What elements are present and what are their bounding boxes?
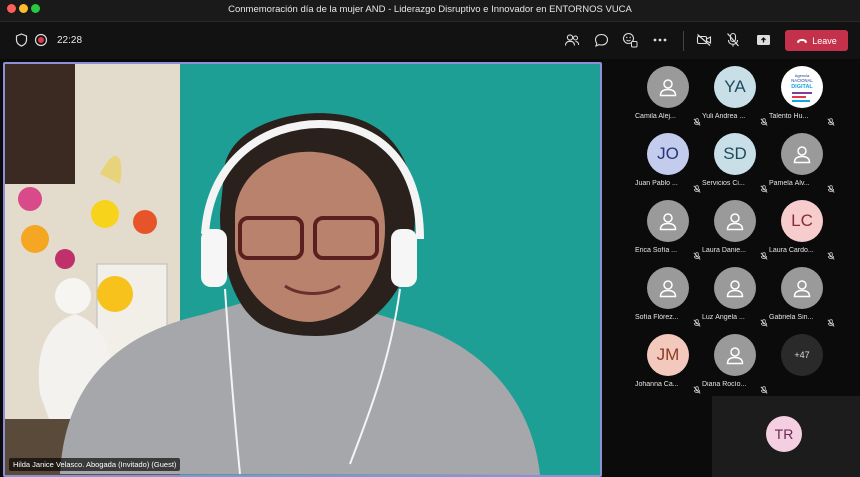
self-view-panel[interactable]: TR [712, 396, 860, 477]
participant-tile[interactable]: Sofía Flórez... [635, 263, 701, 329]
participant-tile[interactable]: Erica Sofía ... [635, 196, 701, 262]
toolbar-divider [683, 31, 684, 51]
participant-grid: Camila Alej... YA Yuli Andrea ... Agencia NA… [603, 60, 860, 400]
svg-text:DIGITAL: DIGITAL [791, 84, 813, 90]
meeting-toolbar: 22:28 Leave [0, 22, 860, 59]
participant-name: Juan Pablo ... [635, 180, 678, 187]
reactions-icon[interactable] [622, 32, 638, 48]
svg-text:NACIONAL: NACIONAL [791, 78, 813, 83]
participant-tile[interactable]: SD Servicios Ci... [702, 129, 768, 195]
muted-mic-icon [760, 314, 768, 327]
default-avatar-icon [714, 200, 756, 242]
camera-off-icon[interactable] [696, 32, 712, 48]
default-avatar-icon [781, 267, 823, 309]
participant-tile[interactable]: JO Juan Pablo ... [635, 129, 701, 195]
default-avatar-icon [647, 267, 689, 309]
muted-mic-icon [827, 180, 835, 193]
muted-mic-icon [827, 247, 835, 260]
participant-initials: SD [714, 133, 756, 175]
participant-name: Camila Alej... [635, 113, 676, 120]
share-screen-icon[interactable] [755, 32, 771, 48]
more-participants-count: +47 [781, 334, 823, 376]
participant-tile[interactable]: Camila Alej... [635, 62, 701, 128]
muted-mic-icon [693, 314, 701, 327]
muted-mic-icon [693, 247, 701, 260]
participant-name: Servicios Ci... [702, 180, 745, 187]
participant-initials: LC [781, 200, 823, 242]
participant-initials: YA [714, 66, 756, 108]
active-speaker-video[interactable]: Hilda Janice Velasco. Abogada (Invitado)… [3, 62, 602, 477]
muted-mic-icon [827, 314, 835, 327]
participant-name: Pamela Álv... [769, 180, 810, 187]
default-avatar-icon [647, 200, 689, 242]
muted-mic-icon [693, 113, 701, 126]
agency-logo-avatar: Agencia NACIONAL DIGITAL [781, 66, 823, 108]
self-avatar: TR [766, 416, 802, 452]
participant-tile[interactable]: Agencia NACIONAL DIGITAL Talento Hu... [769, 62, 835, 128]
participant-name: Yuli Andrea ... [702, 113, 746, 120]
participant-tile[interactable]: Gabriela Sin... [769, 263, 835, 329]
muted-mic-icon [760, 247, 768, 260]
muted-mic-icon [760, 113, 768, 126]
window-title: Conmemoración día de la mujer AND - Lide… [228, 4, 632, 15]
participant-tile[interactable]: Luz Ángela ... [702, 263, 768, 329]
default-avatar-icon [714, 334, 756, 376]
default-avatar-icon [781, 133, 823, 175]
default-avatar-icon [647, 66, 689, 108]
muted-mic-icon [760, 381, 768, 394]
participant-tile[interactable]: LC Laura Cardo... [769, 196, 835, 262]
muted-mic-icon [760, 180, 768, 193]
participant-name: Laura Danie... [702, 247, 746, 254]
participant-name: Laura Cardo... [769, 247, 814, 254]
chat-icon[interactable] [593, 32, 609, 48]
participant-tile[interactable]: Diana Rocío... [702, 330, 768, 396]
speaker-name-tag: Hilda Janice Velasco. Abogada (Invitado)… [9, 458, 181, 471]
speaker-video-frame [5, 64, 600, 475]
participant-initials: JM [647, 334, 689, 376]
participant-name: Luz Ángela ... [702, 314, 745, 321]
muted-mic-icon [827, 113, 835, 126]
participant-tile[interactable]: JM Johanna Ca... [635, 330, 701, 396]
shield-icon[interactable] [13, 32, 29, 48]
recording-icon[interactable] [33, 32, 49, 48]
leave-button[interactable]: Leave [785, 30, 848, 51]
participant-name: Erica Sofía ... [635, 247, 678, 254]
people-icon[interactable] [564, 32, 580, 48]
muted-mic-icon [693, 180, 701, 193]
participant-name: Diana Rocío... [702, 381, 747, 388]
more-options-icon[interactable] [652, 32, 668, 48]
participant-name: Johanna Ca... [635, 381, 679, 388]
meeting-timer: 22:28 [57, 35, 83, 46]
phone-hangup-icon [797, 38, 808, 43]
participant-tile[interactable]: Pamela Álv... [769, 129, 835, 195]
default-avatar-icon [714, 267, 756, 309]
participant-tile[interactable]: +47 [769, 330, 835, 396]
participant-tile[interactable]: YA Yuli Andrea ... [702, 62, 768, 128]
leave-label: Leave [812, 35, 837, 46]
participant-name: Talento Hu... [769, 113, 809, 120]
mic-off-icon[interactable] [725, 32, 741, 48]
participant-name: Sofía Flórez... [635, 314, 679, 321]
muted-mic-icon [693, 381, 701, 394]
participant-name: Gabriela Sin... [769, 314, 814, 321]
title-bar: Conmemoración día de la mujer AND - Lide… [0, 0, 860, 22]
participant-tile[interactable]: Laura Danie... [702, 196, 768, 262]
participant-initials: JO [647, 133, 689, 175]
